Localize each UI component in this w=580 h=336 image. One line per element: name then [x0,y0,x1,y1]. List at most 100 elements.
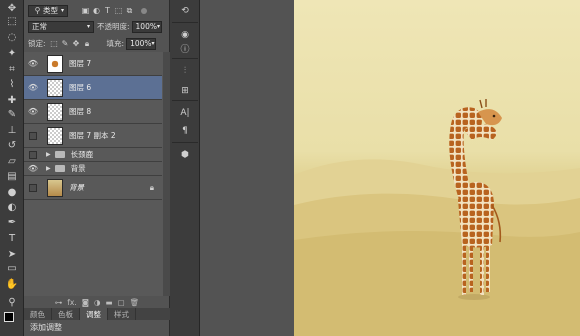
layer-row[interactable]: 图层 7 副本 2 [24,124,162,148]
magic-wand-icon[interactable]: ✦ [3,47,21,61]
tab-2[interactable]: 调整 [80,308,108,320]
layer-thumbnail [47,54,63,73]
properties-icon[interactable]: ⊞ [178,84,192,97]
filter-adjustment-icon[interactable]: ◐ [91,5,102,16]
layer-group-row[interactable]: 👁︎ ▶ 背景 [24,162,162,176]
trash-icon[interactable]: 🗑︎ [130,298,140,307]
layer-group-row[interactable]: ▶ 长颈鹿 [24,148,162,162]
canvas-image [294,99,580,336]
layer-name: 背景 [70,164,86,173]
lock-label: 锁定: [28,39,46,48]
filter-smart-object-icon[interactable]: ⧉ [124,5,135,16]
visibility-toggle-empty[interactable] [29,150,37,159]
new-layer-icon[interactable]: ▢ [118,298,125,307]
layer-row[interactable]: 背景 🔒︎ [24,176,162,200]
blur-icon[interactable]: ● [3,186,21,200]
color-wheel-icon[interactable]: ◉ [178,28,192,41]
move-icon[interactable]: ✥ [3,2,21,16]
dodge-icon[interactable]: ◐ [3,201,21,215]
rectangle-icon[interactable]: ▭ [3,262,21,276]
layer-row[interactable]: 👁︎ 图层 7 [24,52,162,76]
filter-pixel-icon[interactable]: ▣ [80,5,91,16]
history-icon[interactable]: ⟲ [178,4,192,17]
visibility-toggle-empty[interactable] [29,183,37,192]
layers-scrollbar[interactable] [163,52,170,296]
layer-row[interactable]: 👁︎ 图层 6 [24,76,162,100]
folder-icon [54,151,65,158]
history-brush-icon[interactable]: ↺ [3,139,21,153]
tab-3[interactable]: 样式 [108,308,136,320]
type-icon[interactable]: T [3,232,21,246]
eraser-icon[interactable]: ▱ [3,155,21,169]
crop-icon[interactable]: ⌗ [3,63,21,77]
layer-thumbnail [47,102,63,121]
filter-kind-select[interactable]: ⚲ 类型 ▾ [28,4,68,17]
chevron-down-icon: ▾ [86,23,90,30]
tab-0[interactable]: 颜色 [24,308,52,320]
opacity-label: 不透明度: [97,22,130,31]
visibility-eye-icon[interactable]: 👁︎ [24,164,42,173]
filter-type-icon[interactable]: T [102,5,113,16]
link-icon[interactable]: ⊶ [55,298,63,307]
path-selection-icon[interactable]: ➤ [3,248,21,262]
folder-icon[interactable]: ▬ [106,298,113,307]
chevron-down-icon: ▾ [60,7,64,14]
layer-row[interactable]: 👁︎ 图层 8 [24,100,162,124]
blend-mode-value: 正常 [32,22,47,31]
lock-all-icon[interactable]: 🔒︎ [82,38,93,49]
opacity-input[interactable]: 100% ▾ [131,20,162,33]
mask-icon[interactable]: ◙ [82,298,89,307]
pen-icon[interactable]: ✒ [3,216,21,230]
chevron-down-icon: ▾ [151,40,155,47]
layer-thumbnail [47,78,63,97]
brush-icon[interactable]: ✎ [3,108,21,122]
layers-list: 👁︎ 图层 7 👁︎ 图层 6 👁︎ 图层 8 图层 7 副本 2 ▶ 长颈鹿 👁︎ ▶ 背景 背景 🔒︎ [24,52,170,296]
filter-shape-icon[interactable]: ⬚ [113,5,124,16]
lasso-icon[interactable]: ◌ [3,31,21,45]
search-icon: ⚲ [34,6,41,15]
gradient-icon[interactable]: ▤ [3,170,21,184]
tab-1[interactable]: 色板 [52,308,80,320]
layer-name: 图层 7 [69,59,92,68]
lock-transparent-icon[interactable]: ⬚ [49,38,60,49]
clone-stamp-icon[interactable]: ⊥ [3,124,21,138]
zoom-icon[interactable]: ⚲ [3,296,21,310]
expand-arrow-icon[interactable]: ▶ [46,151,51,158]
fx-icon[interactable]: fx. [67,298,76,307]
layer-filter-row: ⚲ 类型 ▾ ▣ ◐ T ⬚ ⧉ [24,2,170,19]
visibility-eye-icon[interactable]: 👁︎ [24,83,42,92]
healing-brush-icon[interactable]: ✚ [3,94,21,108]
add-adjustment-label: 添加调整 [30,323,62,332]
dock-separator [172,142,198,143]
eyedropper-icon[interactable]: ⌇ [3,78,21,92]
adjust-sliders-icon[interactable]: ⫶ [178,64,192,77]
layers-panel: ⚲ 类型 ▾ ▣ ◐ T ⬚ ⧉ 正常 ▾ 不透明度: 100% ▾ 锁定: ⬚… [24,0,170,336]
visibility-eye-icon[interactable]: 👁︎ [24,107,42,116]
blend-row: 正常 ▾ 不透明度: 100% ▾ [24,18,170,35]
filter-kind-value: 类型 [43,6,58,15]
lock-position-icon[interactable]: ✥ [71,38,82,49]
panel-dock: ⟲ ◉ ⓘ ⫶ ⊞ A| ¶ ⬢ [170,0,200,336]
adjustment-icon[interactable]: ◑ [94,298,101,307]
info-icon[interactable]: ⓘ [178,42,192,55]
foreground-color-swatch[interactable] [4,312,14,322]
lock-icon: 🔒︎ [149,182,154,192]
fill-input[interactable]: 100% ▾ [126,37,157,50]
lock-row: 锁定: ⬚ ✎ ✥ 🔒︎ 填充: 100% ▾ [24,35,170,52]
marquee-icon[interactable]: ⬚ [3,15,21,29]
layer-name: 图层 8 [69,107,92,116]
character-icon[interactable]: A| [178,106,192,119]
workspace-gap [200,0,294,336]
filter-toggle-icon[interactable] [141,7,147,14]
paragraph-icon[interactable]: ¶ [178,124,192,137]
blend-mode-select[interactable]: 正常 ▾ [28,20,94,33]
hand-icon[interactable]: ✋ [3,278,21,292]
visibility-toggle-empty[interactable] [29,131,37,140]
layer-name: 长颈鹿 [70,150,94,159]
lock-paint-icon[interactable]: ✎ [60,38,71,49]
3d-cube-icon[interactable]: ⬢ [178,148,192,161]
expand-arrow-icon[interactable]: ▶ [46,165,51,172]
visibility-eye-icon[interactable]: 👁︎ [24,59,42,68]
document-canvas[interactable] [294,0,580,336]
dock-separator [172,100,198,101]
